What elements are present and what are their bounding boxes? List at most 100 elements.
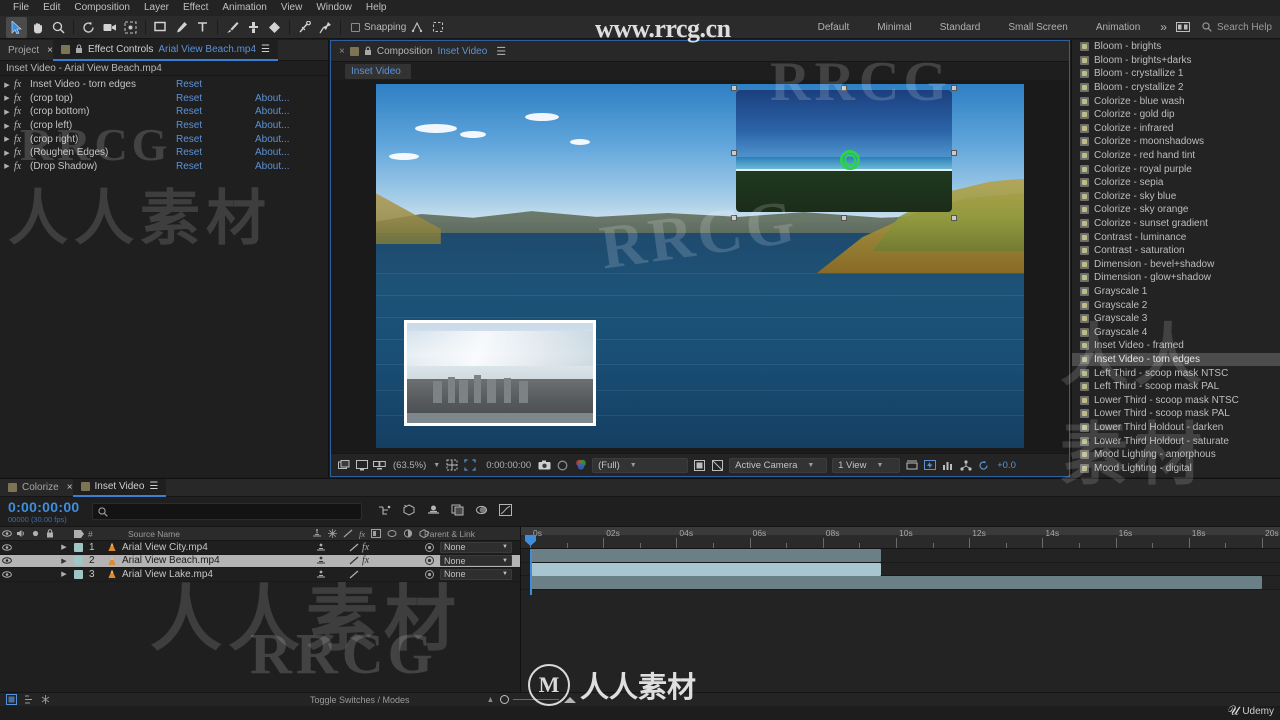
eraser-tool-icon[interactable] xyxy=(264,17,285,38)
layer-disclosure-icon[interactable]: ▶ xyxy=(58,557,70,565)
disclosure-triangle-icon[interactable]: ▶ xyxy=(0,122,14,130)
disclosure-triangle-icon[interactable]: ▶ xyxy=(0,149,14,157)
inset-video-city-layer[interactable] xyxy=(404,320,596,426)
brush-tool-icon[interactable] xyxy=(222,17,243,38)
exposure-reset-icon[interactable] xyxy=(977,459,990,472)
preset-item[interactable]: Colorize - royal purple xyxy=(1072,162,1280,176)
main-viewer-icon[interactable] xyxy=(355,459,368,472)
lock-icon[interactable] xyxy=(364,46,372,56)
effects-and-presets-panel[interactable]: Bloom - brights Bloom - brights+darks Bloo… xyxy=(1071,40,1280,477)
search-help-box[interactable]: Search Help xyxy=(1194,22,1272,33)
panel-menu-icon[interactable]: ☰ xyxy=(496,45,506,58)
effect-reset-link[interactable]: Reset xyxy=(176,93,202,104)
renderer-icon[interactable] xyxy=(959,459,972,472)
timeline-clip[interactable] xyxy=(530,576,1262,589)
preset-item[interactable]: Colorize - sky blue xyxy=(1072,190,1280,204)
preset-list[interactable]: Bloom - brights Bloom - brights+darks Bloo… xyxy=(1072,40,1280,475)
preset-item[interactable]: Left Third - scoop mask PAL xyxy=(1072,380,1280,394)
preset-item[interactable]: Colorize - blue wash xyxy=(1072,94,1280,108)
selection-tool-icon[interactable] xyxy=(6,16,27,38)
zoom-level-value[interactable]: (63.5%) xyxy=(391,460,428,471)
selection-handle[interactable] xyxy=(731,85,737,91)
snapping-toggle[interactable]: Snapping xyxy=(351,22,406,33)
menu-item-composition[interactable]: Composition xyxy=(67,0,137,16)
parent-dropdown[interactable]: None ▼ xyxy=(440,555,512,567)
transparency-grid-icon[interactable] xyxy=(693,459,706,472)
roto-brush-tool-icon[interactable] xyxy=(294,17,315,38)
current-time-indicator-head[interactable] xyxy=(525,535,536,546)
effect-about-link[interactable]: About... xyxy=(255,161,289,172)
preset-item[interactable]: Inset Video - framed xyxy=(1072,339,1280,353)
workspace-small-screen[interactable]: Small Screen xyxy=(994,16,1081,39)
grid-guides-icon[interactable] xyxy=(445,459,458,472)
selection-handle[interactable] xyxy=(731,150,737,156)
preset-item[interactable]: Contrast - luminance xyxy=(1072,230,1280,244)
preset-item[interactable]: Inset Video - torn edges xyxy=(1072,352,1280,367)
camera-tool-icon[interactable] xyxy=(99,17,120,38)
preset-item[interactable]: Grayscale 1 xyxy=(1072,285,1280,299)
zoom-in-timeline-icon[interactable] xyxy=(563,696,577,704)
clone-stamp-tool-icon[interactable] xyxy=(243,17,264,38)
preset-item[interactable]: Grayscale 2 xyxy=(1072,298,1280,312)
composition-canvas[interactable] xyxy=(376,84,1024,448)
pixel-aspect-icon[interactable] xyxy=(905,459,918,472)
draft-3d-icon[interactable] xyxy=(402,503,416,521)
preset-item[interactable]: Colorize - sepia xyxy=(1072,176,1280,190)
preset-item[interactable]: Contrast - saturation xyxy=(1072,244,1280,258)
timeline-zoom-slider-track[interactable] xyxy=(513,699,559,700)
region-of-interest-icon[interactable] xyxy=(463,459,476,472)
workspace-standard[interactable]: Standard xyxy=(926,16,995,39)
layer-parent-link[interactable]: None ▼ xyxy=(424,568,520,580)
selection-handle[interactable] xyxy=(951,85,957,91)
menu-item-edit[interactable]: Edit xyxy=(36,0,67,16)
effect-about-link[interactable]: About... xyxy=(255,134,289,145)
snapping-checkbox[interactable] xyxy=(351,22,360,32)
disclosure-triangle-icon[interactable]: ▶ xyxy=(0,135,14,143)
hide-shy-layers-icon[interactable] xyxy=(427,503,440,521)
effect-about-link[interactable]: About... xyxy=(255,93,289,104)
layer-parent-link[interactable]: None ▼ xyxy=(424,555,520,567)
color-channel-icon[interactable] xyxy=(574,459,587,472)
motion-blur-footer-icon[interactable] xyxy=(40,694,51,705)
toggle-switches-modes-label[interactable]: Toggle Switches / Modes xyxy=(310,695,410,705)
disclosure-triangle-icon[interactable]: ▶ xyxy=(0,94,14,102)
time-ruler[interactable]: 0s 02s 04s 06s 08s 10s 12s 14s 16s 18s 20s xyxy=(521,527,1280,549)
effect-row[interactable]: ▶ fx (Drop Shadow) Reset About... xyxy=(0,160,328,174)
exposure-value[interactable]: +0.0 xyxy=(995,460,1018,471)
effect-row[interactable]: ▶ fx (crop bottom) Reset About... xyxy=(0,105,328,119)
tab-effect-controls[interactable]: Effect Controls Arial View Beach.mp4 ☰ xyxy=(52,39,278,61)
type-tool-icon[interactable] xyxy=(192,17,213,38)
snap-bounds-icon[interactable] xyxy=(427,17,448,38)
preset-item[interactable]: Grayscale 4 xyxy=(1072,325,1280,339)
pickwhip-icon[interactable] xyxy=(424,555,435,566)
rectangle-tool-icon[interactable] xyxy=(150,17,171,38)
timeline-clip[interactable] xyxy=(530,549,882,562)
menu-item-window[interactable]: Window xyxy=(309,0,359,16)
clip-tracks[interactable] xyxy=(521,549,1280,595)
hand-tool-icon[interactable] xyxy=(27,17,48,38)
effect-reset-link[interactable]: Reset xyxy=(176,79,202,90)
preset-item[interactable]: Left Third - scoop mask NTSC xyxy=(1072,366,1280,380)
composition-mini-flowchart-icon[interactable] xyxy=(378,503,391,521)
menu-item-layer[interactable]: Layer xyxy=(137,0,176,16)
disclosure-triangle-icon[interactable]: ▶ xyxy=(0,162,14,170)
snapshot-camera-icon[interactable] xyxy=(538,459,551,472)
effect-reset-link[interactable]: Reset xyxy=(176,161,202,172)
preset-item[interactable]: Colorize - gold dip xyxy=(1072,108,1280,122)
effect-reset-link[interactable]: Reset xyxy=(176,106,202,117)
effect-reset-link[interactable]: Reset xyxy=(176,134,202,145)
layer-label-color[interactable] xyxy=(73,542,83,552)
breadcrumb-item[interactable]: Inset Video xyxy=(345,63,411,79)
timeline-search-input[interactable] xyxy=(91,503,362,520)
effect-row[interactable]: ▶ fx (crop right) Reset About... xyxy=(0,132,328,146)
effect-row[interactable]: ▶ fx Inset Video - torn edges Reset xyxy=(0,78,328,92)
effect-row[interactable]: ▶ fx (crop top) Reset About... xyxy=(0,92,328,106)
effect-about-link[interactable]: About... xyxy=(255,147,289,158)
current-timecode-group[interactable]: 0:00:00:00 00000 (30.00 fps) xyxy=(0,499,80,524)
tab-project[interactable]: Project xyxy=(0,40,47,61)
preset-item[interactable]: Bloom - crystallize 2 xyxy=(1072,81,1280,95)
pickwhip-icon[interactable] xyxy=(424,569,435,580)
preset-item[interactable]: Colorize - sky orange xyxy=(1072,203,1280,217)
frame-blending-icon[interactable] xyxy=(451,503,464,521)
resolution-dropdown[interactable]: (Full) ▼ xyxy=(592,457,689,473)
